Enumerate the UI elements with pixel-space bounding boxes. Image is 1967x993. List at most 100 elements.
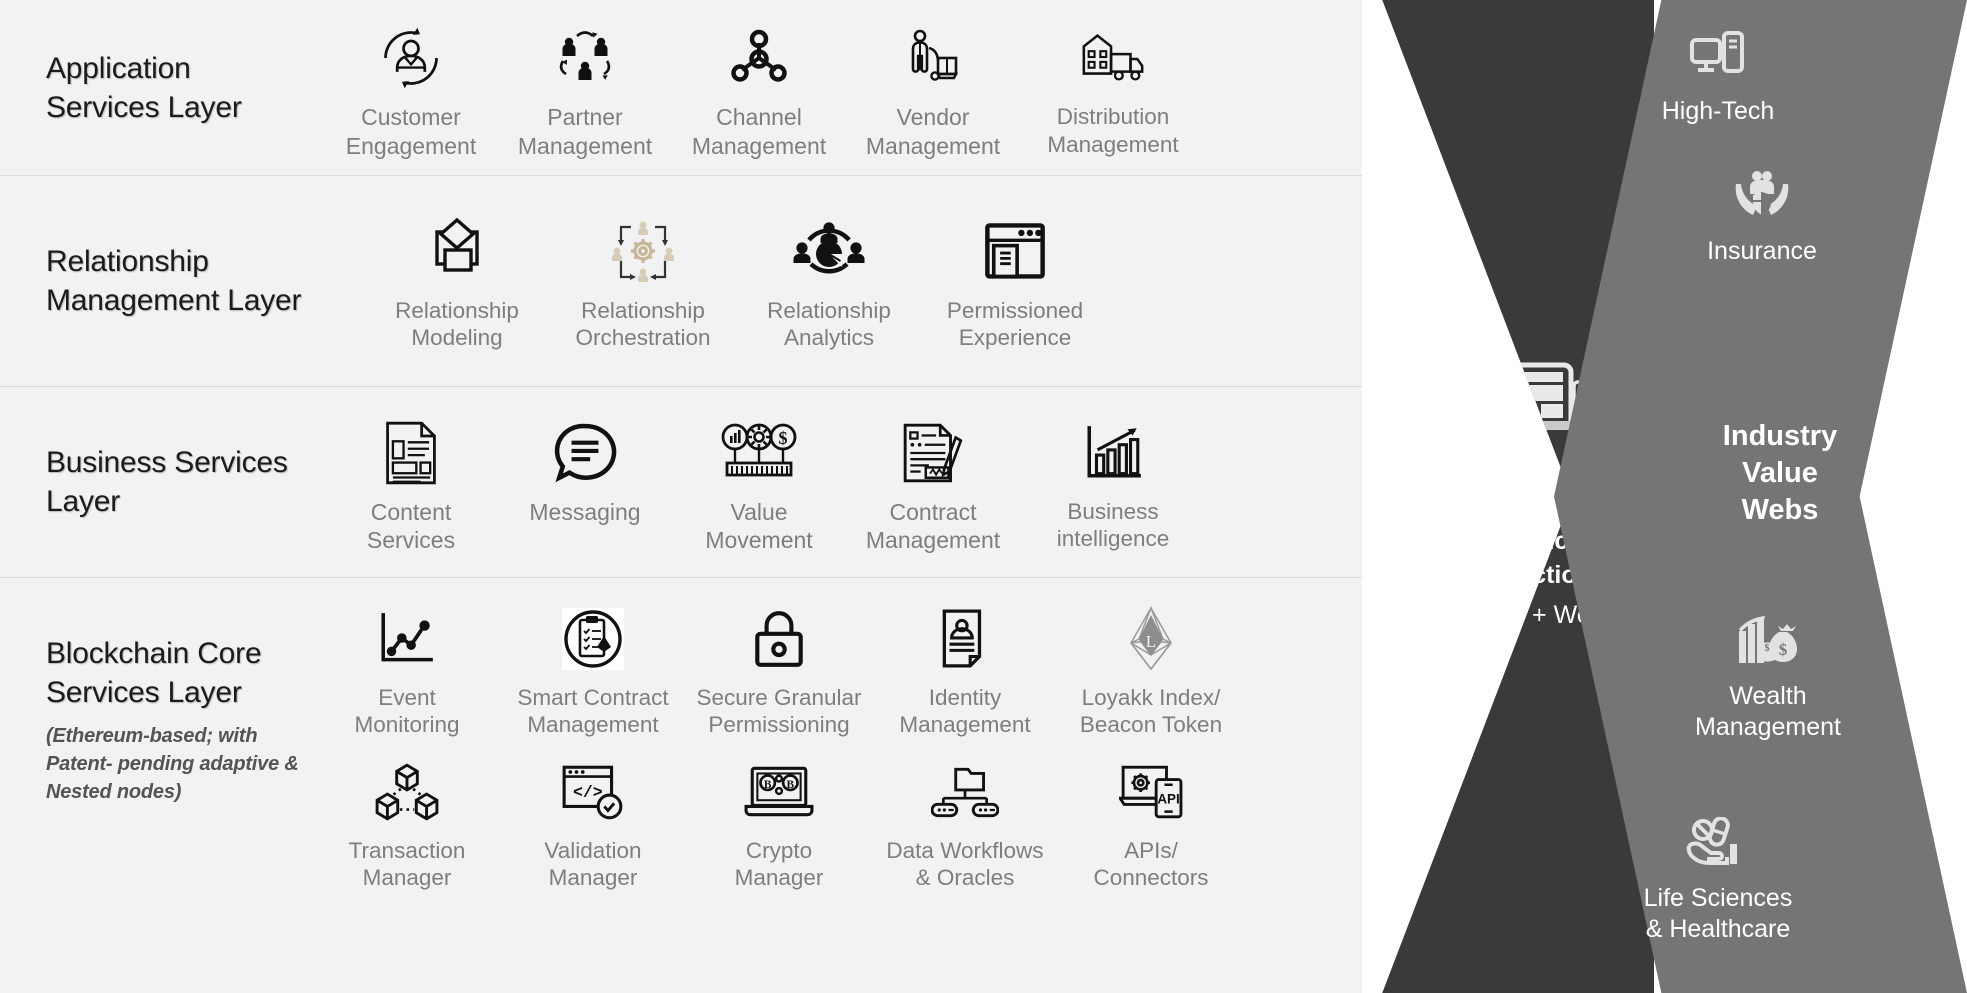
layer-title: Blockchain Core Services Layer (Ethereum…: [46, 592, 304, 806]
tile-label: Messaging: [529, 498, 641, 525]
layer-blockchain-core-services: Blockchain Core Services Layer (Ethereum…: [0, 578, 1362, 993]
contract-management-icon: [900, 414, 966, 492]
tile-loyakk-index-beacon-token[interactable]: L Loyakk Index/ Beacon Token: [1058, 600, 1244, 739]
svg-text:$: $: [779, 428, 788, 448]
layer-subtitle: (Ethereum-based; with Patent- pending ad…: [46, 725, 299, 803]
industry-item-high-tech[interactable]: High-Tech: [1568, 30, 1868, 127]
tile-label: Vendor Management: [865, 104, 1001, 159]
layer-business-services: Business Services Layer Content Services…: [0, 387, 1362, 578]
tile-label: Value Movement: [705, 498, 813, 553]
crypto-manager-icon: B B: [744, 753, 814, 831]
tile-label: Data Workflows & Oracles: [886, 837, 1044, 891]
data-workflows-oracles-icon: [931, 753, 999, 831]
layer-title: Relationship Management Layer: [46, 245, 302, 317]
apis-connectors-icon: API: [1119, 753, 1183, 831]
tile-label: Contract Management: [865, 498, 1001, 553]
tile-identity-management[interactable]: Identity Management: [872, 600, 1058, 739]
tile-channel-management[interactable]: Channel Management: [672, 19, 846, 159]
layer-items: Content Services Messaging $ Value Movem…: [304, 410, 1362, 554]
channel-management-icon: [727, 19, 791, 97]
tile-value-movement[interactable]: $ Value Movement: [672, 414, 846, 554]
industry-item-wealth-management[interactable]: $ $ Wealth Management: [1618, 615, 1918, 742]
tile-event-monitoring[interactable]: Event Monitoring: [314, 600, 500, 739]
svg-text:L: L: [1146, 632, 1156, 651]
tile-label: Relationship Modeling: [395, 297, 519, 350]
tile-customer-engagement[interactable]: Customer Engagement: [324, 19, 498, 159]
tile-label: Customer Engagement: [345, 104, 477, 159]
tile-label: Validation Manager: [544, 837, 642, 891]
industry-value-webs-title: Industry Value Webs: [1630, 418, 1930, 529]
tile-label: Distribution Management: [1047, 104, 1179, 157]
layer-relationship-management: Relationship Management Layer Relationsh…: [0, 176, 1362, 387]
industry-label: Insurance: [1707, 237, 1817, 265]
partner-management-icon: [553, 19, 617, 97]
tile-label: Secure Granular Permissioning: [696, 685, 862, 738]
svg-text:API: API: [1157, 791, 1179, 806]
tile-label: Relationship Analytics: [767, 297, 891, 350]
transaction-manager-icon: [374, 753, 440, 831]
tile-partner-management[interactable]: Partner Management: [498, 19, 672, 159]
relationship-analytics-icon: [793, 213, 865, 291]
tile-permissioned-experience[interactable]: Permissioned Experience: [922, 213, 1108, 352]
tile-label: Smart Contract Management: [517, 685, 669, 738]
svg-text:B: B: [764, 779, 772, 791]
layer-items: Customer Engagement Partner Management C…: [304, 15, 1362, 159]
svg-text:$: $: [1765, 643, 1770, 654]
tile-label: Crypto Manager: [734, 837, 824, 891]
hands-shield-family-icon: [1733, 168, 1791, 227]
desktop-computer-icon: [1690, 30, 1746, 87]
tile-distribution-management[interactable]: Distribution Management: [1020, 19, 1206, 158]
layer-title: Application Services Layer: [46, 51, 242, 124]
svg-text:</>: </>: [573, 783, 603, 802]
content-services-icon: [382, 414, 440, 492]
svg-text:B: B: [787, 779, 795, 791]
industry-item-life-sciences-healthcare[interactable]: Life Sciences & Healthcare: [1568, 816, 1868, 944]
industry-label: Life Sciences & Healthcare: [1643, 884, 1793, 943]
tile-secure-granular-permissioning[interactable]: Secure Granular Permissioning: [686, 600, 872, 739]
tile-smart-contract-management[interactable]: Smart Contract Management: [500, 600, 686, 739]
panel-title-text: Industry Value Webs: [1722, 420, 1838, 527]
tile-contract-management[interactable]: Contract Management: [846, 414, 1020, 554]
tile-label: Partner Management: [517, 104, 653, 159]
identity-management-icon: [938, 600, 992, 678]
layers-panel: Application Services Layer Customer Enga…: [0, 0, 1362, 993]
industry-label: Wealth Management: [1695, 682, 1841, 741]
tile-crypto-manager[interactable]: B B Crypto Manager: [686, 753, 872, 892]
tile-data-workflows-oracles[interactable]: Data Workflows & Oracles: [872, 753, 1058, 892]
money-bag-chart-icon: $ $: [1737, 615, 1799, 672]
tile-apis-connectors[interactable]: API APIs/ Connectors: [1058, 753, 1244, 892]
relationship-modeling-icon: [420, 213, 494, 291]
tile-relationship-analytics[interactable]: Relationship Analytics: [736, 213, 922, 352]
tile-vendor-management[interactable]: Vendor Management: [846, 19, 1020, 159]
tile-label: Business intelligence: [1056, 498, 1170, 552]
tile-label: Permissioned Experience: [946, 297, 1084, 350]
relationship-orchestration-icon: [607, 213, 679, 291]
loyakk-index-beacon-token-icon: L: [1119, 600, 1183, 678]
secure-granular-permissioning-icon: [751, 600, 807, 678]
distribution-management-icon: [1078, 19, 1148, 97]
smart-contract-management-icon: [561, 600, 625, 678]
value-movement-icon: $: [721, 414, 797, 492]
tile-business-intelligence[interactable]: Business intelligence: [1020, 414, 1206, 553]
layer-title-text: Blockchain Core Services Layer: [46, 637, 262, 709]
tile-label: Transaction Manager: [348, 837, 466, 891]
layer-title: Business Services Layer: [46, 446, 288, 518]
tile-label: APIs/ Connectors: [1093, 837, 1209, 891]
messaging-icon: [553, 414, 617, 492]
tile-transaction-manager[interactable]: Transaction Manager: [314, 753, 500, 892]
tile-messaging[interactable]: Messaging: [498, 414, 672, 526]
svg-text:$: $: [1779, 640, 1788, 659]
business-intelligence-icon: [1081, 414, 1145, 492]
tile-label: Content Services: [366, 498, 456, 553]
layer-application-services: Application Services Layer Customer Enga…: [0, 0, 1362, 176]
tile-relationship-modeling[interactable]: Relationship Modeling: [364, 213, 550, 352]
tile-label: Identity Management: [899, 685, 1031, 738]
hand-pills-icon: [1686, 816, 1750, 874]
industry-value-webs-content: High-Tech Insurance Industry Value Webs …: [1590, 0, 1890, 993]
tile-validation-manager[interactable]: </> Validation Manager: [500, 753, 686, 892]
tile-content-services[interactable]: Content Services: [324, 414, 498, 554]
industry-item-insurance[interactable]: Insurance: [1612, 168, 1912, 267]
tile-label: Channel Management: [691, 104, 827, 159]
validation-manager-icon: </>: [560, 753, 626, 831]
tile-relationship-orchestration[interactable]: Relationship Orchestration: [550, 213, 736, 352]
